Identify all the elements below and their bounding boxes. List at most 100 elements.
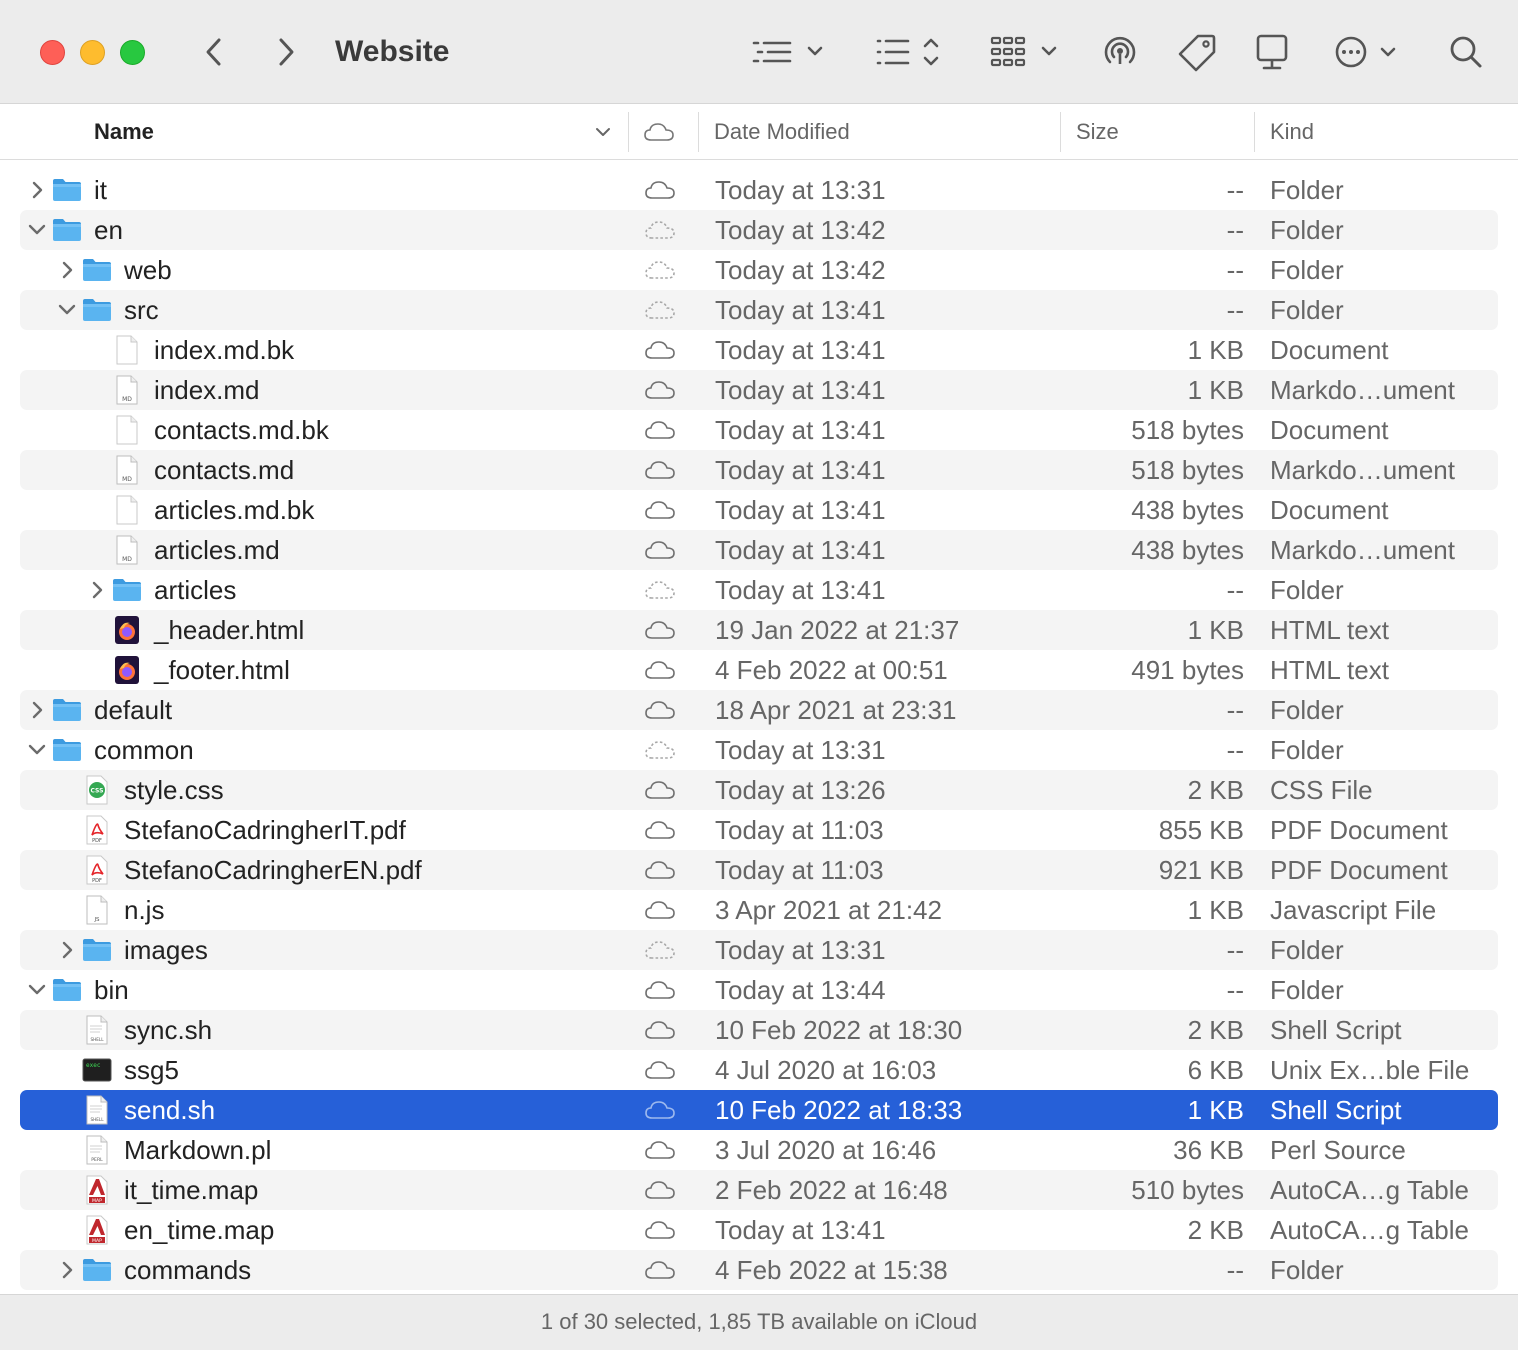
file-size: --	[1226, 935, 1244, 965]
perl-file-icon: PERL	[80, 1130, 114, 1170]
file-row[interactable]: default 18 Apr 2021 at 23:31 -- Folder	[20, 690, 1498, 730]
icloud-status	[642, 1050, 678, 1090]
file-kind: Document	[1270, 415, 1389, 445]
group-button[interactable]	[988, 28, 1064, 76]
disclosure-expanded-toggle[interactable]	[56, 290, 78, 330]
airdrop-button[interactable]	[1098, 28, 1142, 76]
folder-file-icon	[50, 690, 84, 730]
file-row[interactable]: exec ssg5 4 Jul 2020 at 16:03 6 KB Unix Ex…b…	[20, 1050, 1498, 1090]
svg-text:SHELL: SHELL	[90, 1117, 104, 1122]
view-options-button[interactable]	[750, 28, 830, 76]
file-row[interactable]: PDF StefanoCadringherIT.pdf Today at 11:03…	[20, 810, 1498, 850]
forward-button[interactable]	[264, 30, 308, 74]
file-row[interactable]: contacts.md.bk Today at 13:41 518 bytes Doc…	[20, 410, 1498, 450]
folder-file-icon	[80, 930, 114, 970]
file-row[interactable]: common Today at 13:31 -- Folder	[20, 730, 1498, 770]
file-size: --	[1226, 1255, 1244, 1285]
file-name: articles	[154, 575, 237, 605]
file-date: Today at 13:41	[715, 535, 886, 565]
file-row[interactable]: MD index.md Today at 13:41 1 KB Markdo…ument	[20, 370, 1498, 410]
back-button[interactable]	[192, 30, 236, 74]
file-row[interactable]: MD articles.md Today at 13:41 438 bytes Mark…	[20, 530, 1498, 570]
sort-button[interactable]	[872, 28, 948, 76]
file-row[interactable]: articles.md.bk Today at 13:41 438 bytes Doc…	[20, 490, 1498, 530]
file-row[interactable]: web Today at 13:42 -- Folder	[20, 250, 1498, 290]
file-kind: Folder	[1270, 975, 1344, 1005]
disclosure-collapsed-toggle[interactable]	[86, 570, 108, 610]
cloud-icon	[645, 1061, 675, 1079]
disclosure-expanded-toggle[interactable]	[26, 210, 48, 250]
column-separator[interactable]	[698, 112, 699, 152]
file-name: sync.sh	[124, 1015, 213, 1045]
file-row[interactable]: MD contacts.md Today at 13:41 518 bytes Mark…	[20, 450, 1498, 490]
share-button[interactable]	[1250, 28, 1294, 76]
minimize-button[interactable]	[80, 40, 105, 65]
sort-direction[interactable]	[594, 104, 612, 159]
file-date: Today at 13:41	[715, 295, 886, 325]
file-row[interactable]: en Today at 13:42 -- Folder	[20, 210, 1498, 250]
zoom-button[interactable]	[120, 40, 145, 65]
column-icloud[interactable]	[643, 104, 675, 159]
file-row[interactable]: CSS style.css Today at 13:26 2 KB CSS File	[20, 770, 1498, 810]
chevron-right-icon	[62, 1261, 73, 1279]
file-row[interactable]: MAP it_time.map 2 Feb 2022 at 16:48 510 byt…	[20, 1170, 1498, 1210]
list-view-icon	[752, 41, 823, 63]
file-kind: Perl Source	[1270, 1135, 1406, 1165]
file-row[interactable]: JS n.js 3 Apr 2021 at 21:42 1 KB Javascript …	[20, 890, 1498, 930]
search-button[interactable]	[1444, 28, 1488, 76]
svg-text:MD: MD	[122, 556, 132, 563]
icloud-status	[642, 1210, 678, 1250]
column-name[interactable]: Name	[94, 104, 154, 159]
file-row[interactable]: index.md.bk Today at 13:41 1 KB Document	[20, 330, 1498, 370]
column-date[interactable]: Date Modified	[714, 104, 850, 159]
file-row[interactable]: _footer.html 4 Feb 2022 at 00:51 491 bytes…	[20, 650, 1498, 690]
file-kind: Markdo…ument	[1270, 535, 1455, 565]
file-row[interactable]: SHELL sync.sh 10 Feb 2022 at 18:30 2 KB Shel…	[20, 1010, 1498, 1050]
file-name: send.sh	[124, 1095, 216, 1125]
file-row[interactable]: commands 4 Feb 2022 at 15:38 -- Folder	[20, 1250, 1498, 1290]
file-row[interactable]: PERL Markdown.pl 3 Jul 2020 at 16:46 36 KB P…	[20, 1130, 1498, 1170]
column-separator[interactable]	[1254, 112, 1255, 152]
column-separator[interactable]	[1060, 112, 1061, 152]
sort-icon	[876, 38, 939, 66]
file-row[interactable]: MAP en_time.map Today at 13:41 2 KB AutoCA…g…	[20, 1210, 1498, 1250]
chevron-down-icon	[28, 224, 46, 235]
close-button[interactable]	[40, 40, 65, 65]
file-row[interactable]: articles Today at 13:41 -- Folder	[20, 570, 1498, 610]
disclosure-collapsed-toggle[interactable]	[26, 170, 48, 210]
toolbar: Website	[0, 0, 1518, 104]
disclosure-collapsed-toggle[interactable]	[26, 690, 48, 730]
cloud-icon	[645, 781, 675, 799]
file-row[interactable]: it Today at 13:31 -- Folder	[20, 170, 1498, 210]
file-name: src	[124, 295, 159, 325]
column-separator[interactable]	[628, 112, 629, 152]
file-row[interactable]: bin Today at 13:44 -- Folder	[20, 970, 1498, 1010]
disclosure-expanded-toggle[interactable]	[26, 730, 48, 770]
disclosure-collapsed-toggle[interactable]	[56, 1250, 78, 1290]
file-row[interactable]: images Today at 13:31 -- Folder	[20, 930, 1498, 970]
file-name: index.md	[154, 375, 260, 405]
action-button[interactable]	[1332, 28, 1402, 76]
file-row[interactable]: SHELL send.sh 10 Feb 2022 at 18:33 1 KB Shel…	[20, 1090, 1498, 1130]
column-kind[interactable]: Kind	[1270, 104, 1314, 159]
disclosure-collapsed-toggle[interactable]	[56, 250, 78, 290]
file-kind: CSS File	[1270, 775, 1373, 805]
cloud-icon	[645, 1221, 675, 1239]
firefox-file-icon	[110, 650, 144, 690]
disclosure-expanded-toggle[interactable]	[26, 970, 48, 1010]
file-row[interactable]: _header.html 19 Jan 2022 at 21:37 1 KB HTML…	[20, 610, 1498, 650]
svg-text:JS: JS	[93, 917, 100, 923]
file-name: common	[94, 735, 194, 765]
file-row[interactable]: src Today at 13:41 -- Folder	[20, 290, 1498, 330]
disclosure-collapsed-toggle[interactable]	[56, 930, 78, 970]
folder-file-icon	[110, 570, 144, 610]
file-size: 438 bytes	[1131, 535, 1244, 565]
file-row[interactable]: PDF StefanoCadringherEN.pdf Today at 11:03…	[20, 850, 1498, 890]
column-header: Name Date Modified Size Kind	[0, 104, 1518, 160]
tag-button[interactable]	[1176, 28, 1220, 76]
icloud-status	[642, 330, 678, 370]
chevron-right-icon	[92, 581, 103, 599]
file-size: 36 KB	[1173, 1135, 1244, 1165]
column-size[interactable]: Size	[1076, 104, 1119, 159]
file-name: it	[94, 175, 107, 205]
